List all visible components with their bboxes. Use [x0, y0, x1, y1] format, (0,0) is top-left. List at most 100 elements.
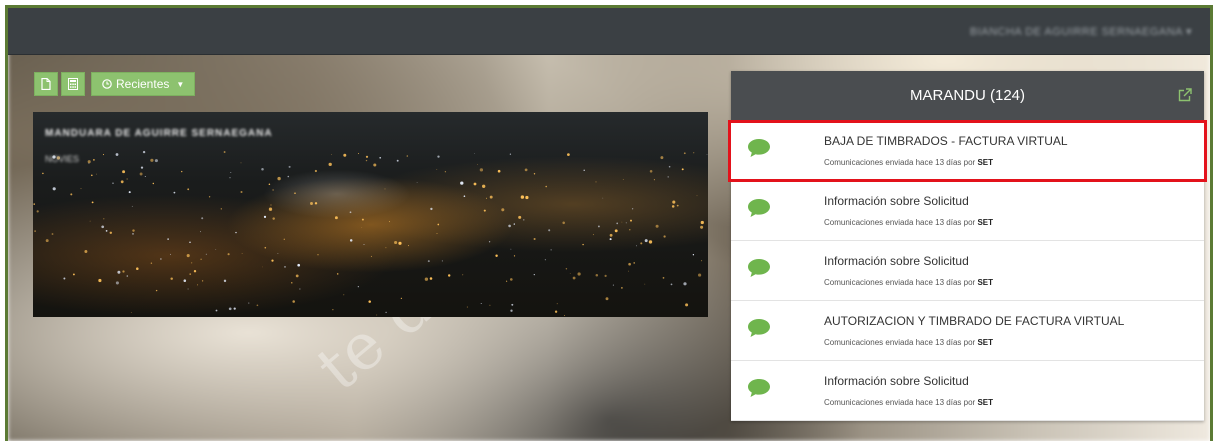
city-light — [189, 273, 191, 275]
city-light — [604, 274, 607, 277]
city-light — [187, 188, 190, 191]
city-light — [670, 283, 673, 286]
city-light — [653, 179, 655, 181]
city-light — [480, 303, 482, 305]
city-light — [698, 273, 702, 277]
city-light — [154, 159, 158, 163]
city-light — [80, 188, 82, 190]
city-light — [310, 202, 313, 205]
user-menu[interactable]: BIANCHA DE AGUIRRE SERNAEGANA ▾ — [970, 25, 1192, 38]
message-item[interactable]: AUTORIZACION Y TIMBRADO DE FACTURA VIRTU… — [731, 301, 1204, 361]
city-light — [91, 201, 94, 204]
message-item[interactable]: Información sobre Solicitud Comunicacion… — [731, 181, 1204, 241]
city-light — [109, 231, 113, 235]
city-light — [667, 176, 669, 178]
city-light — [681, 168, 684, 171]
city-light — [556, 303, 558, 305]
city-light — [277, 176, 281, 181]
message-item[interactable]: Información sobre Solicitud Comunicacion… — [731, 241, 1204, 301]
city-light — [436, 233, 438, 235]
city-light — [544, 259, 546, 261]
city-light — [676, 204, 679, 207]
city-light — [373, 163, 377, 167]
city-light — [277, 252, 279, 254]
city-light — [597, 225, 600, 228]
city-light — [671, 205, 675, 208]
city-light — [668, 165, 671, 168]
city-light — [126, 275, 129, 277]
city-light — [271, 259, 274, 262]
city-light — [550, 249, 552, 251]
message-meta-text: Comunicaciones enviada hace 13 días por — [824, 338, 976, 347]
city-light — [268, 207, 273, 211]
municipality-banner: MANDUARA DE AGUIRRE SERNAEGANA NOVIES — [33, 112, 708, 317]
city-light — [474, 152, 476, 154]
city-light — [545, 185, 547, 188]
calculator-button[interactable] — [61, 72, 85, 96]
city-light — [186, 254, 190, 258]
city-light — [485, 197, 488, 199]
recent-label: Recientes — [116, 77, 170, 91]
city-light — [706, 153, 708, 155]
city-light — [649, 170, 653, 173]
city-light — [200, 258, 202, 260]
city-light — [331, 153, 332, 155]
city-light — [230, 171, 232, 173]
city-light — [482, 184, 486, 188]
city-light — [294, 192, 296, 194]
city-light — [139, 172, 143, 176]
city-light — [130, 312, 132, 313]
city-light — [396, 159, 399, 162]
city-light — [233, 307, 236, 310]
city-light — [42, 172, 44, 175]
city-light — [406, 155, 409, 157]
city-light — [51, 233, 54, 235]
chat-bubble-icon — [748, 379, 770, 397]
message-subject: AUTORIZACION Y TIMBRADO DE FACTURA VIRTU… — [824, 314, 1125, 328]
city-light — [201, 280, 204, 282]
city-light — [683, 152, 686, 155]
city-light — [70, 193, 73, 196]
city-light — [630, 219, 632, 222]
city-light — [663, 235, 666, 238]
message-item[interactable]: Información sobre Solicitud Comunicacion… — [731, 361, 1204, 421]
city-light — [291, 282, 293, 284]
city-light — [625, 222, 627, 224]
chat-bubble-icon — [748, 139, 770, 157]
recent-dropdown-button[interactable]: Recientes ▼ — [91, 72, 196, 96]
message-meta: Comunicaciones enviada hace 13 días por … — [824, 338, 993, 347]
city-light — [389, 221, 390, 223]
message-meta: Comunicaciones enviada hace 13 días por … — [824, 398, 993, 407]
city-light — [297, 263, 301, 267]
city-light — [572, 276, 576, 280]
city-light — [460, 181, 464, 185]
city-light — [215, 249, 217, 250]
city-light — [685, 303, 689, 307]
city-light — [283, 238, 285, 240]
inbox-title: MARANDU (124) — [909, 87, 1026, 104]
city-light — [36, 210, 39, 213]
city-light — [183, 279, 187, 282]
city-light — [34, 230, 36, 232]
city-light — [628, 270, 629, 272]
city-light — [288, 165, 291, 168]
city-light — [696, 195, 698, 197]
city-light — [228, 307, 232, 311]
new-document-button[interactable] — [34, 72, 58, 96]
external-link-icon[interactable] — [1178, 88, 1192, 102]
city-light — [370, 255, 372, 257]
city-light — [628, 262, 631, 266]
city-light — [605, 297, 609, 301]
city-light — [170, 253, 171, 255]
city-light — [508, 224, 511, 228]
city-light — [612, 284, 614, 286]
city-light — [223, 279, 227, 283]
message-item[interactable]: BAJA DE TIMBRADOS - FACTURA VIRTUAL Comu… — [728, 120, 1207, 182]
city-light — [489, 304, 491, 306]
toolbar: Recientes ▼ — [34, 72, 196, 96]
city-light — [132, 233, 134, 235]
city-light — [479, 168, 484, 172]
city-light — [115, 153, 119, 156]
city-light — [429, 277, 433, 280]
city-light — [332, 309, 334, 311]
